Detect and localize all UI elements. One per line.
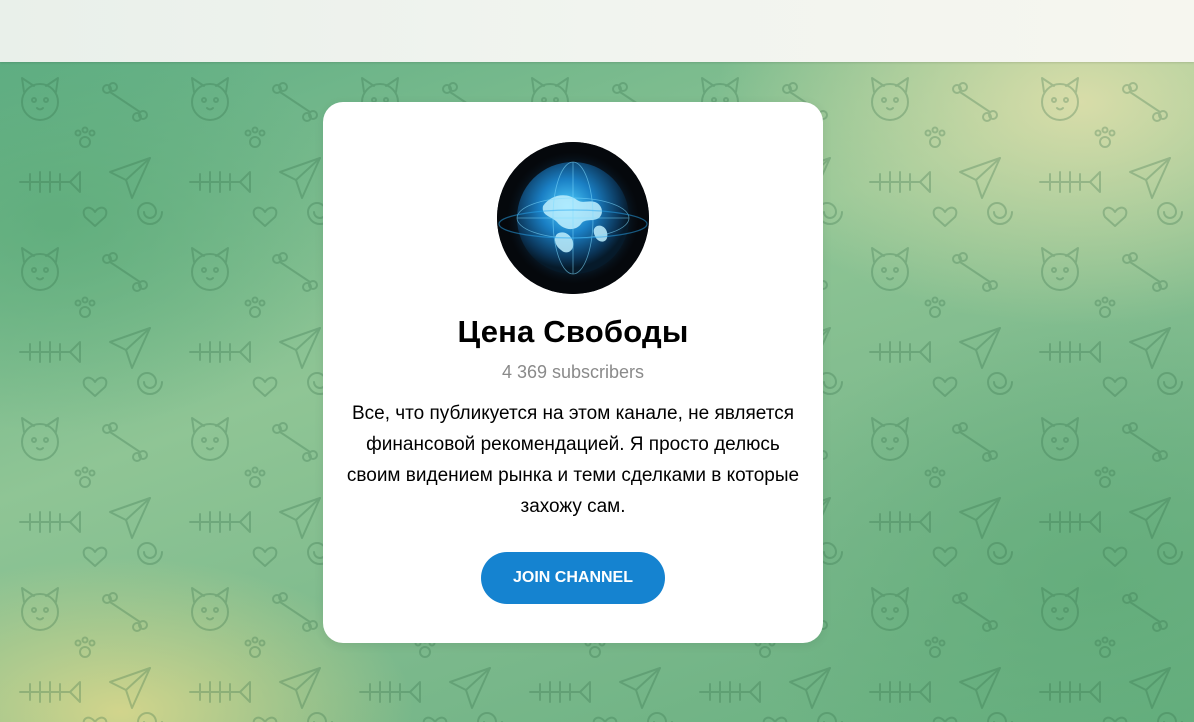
channel-description: Все, что публикуется на этом канале, не … [346, 403, 800, 517]
globe-icon [497, 142, 649, 294]
join-channel-button[interactable]: JOIN CHANNEL [481, 552, 665, 604]
channel-avatar [497, 142, 649, 294]
channel-card: Цена Свободы 4 369 subscribers Все, что … [323, 102, 823, 643]
channel-title: Цена Свободы [457, 314, 689, 349]
top-bar [0, 0, 1194, 62]
page: Цена Свободы 4 369 subscribers Все, что … [0, 0, 1194, 722]
subscriber-count: 4 369 subscribers [501, 362, 645, 382]
